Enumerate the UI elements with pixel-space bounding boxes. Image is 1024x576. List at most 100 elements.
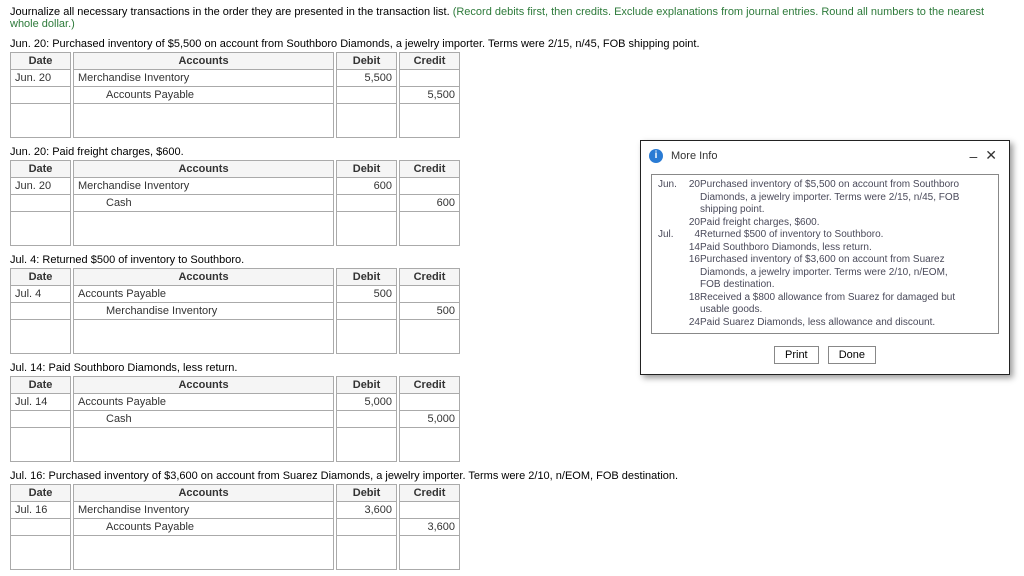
cell-debit[interactable] bbox=[337, 212, 397, 246]
table-row: Cash 5,000 bbox=[11, 411, 460, 428]
cell-account[interactable] bbox=[74, 104, 334, 138]
col-credit-header: Credit bbox=[400, 377, 460, 394]
cell-credit[interactable]: 5,500 bbox=[400, 87, 460, 104]
cell-credit[interactable] bbox=[400, 394, 460, 411]
col-date-header: Date bbox=[11, 53, 71, 70]
done-button[interactable]: Done bbox=[828, 346, 876, 364]
minimize-icon[interactable]: – bbox=[965, 148, 981, 164]
cell-date[interactable] bbox=[11, 195, 71, 212]
cell-account[interactable]: Accounts Payable bbox=[74, 286, 334, 303]
event-day: 20 bbox=[686, 217, 700, 230]
col-credit-header: Credit bbox=[400, 485, 460, 502]
dialog-title: More Info bbox=[671, 150, 965, 162]
cell-account[interactable]: Accounts Payable bbox=[74, 394, 334, 411]
cell-credit[interactable]: 600 bbox=[400, 195, 460, 212]
cell-debit[interactable] bbox=[337, 428, 397, 462]
cell-account[interactable] bbox=[74, 212, 334, 246]
cell-credit[interactable] bbox=[400, 104, 460, 138]
cell-debit[interactable]: 500 bbox=[337, 286, 397, 303]
cell-credit[interactable] bbox=[400, 320, 460, 354]
cell-date[interactable] bbox=[11, 536, 71, 570]
cell-debit[interactable] bbox=[337, 519, 397, 536]
cell-account[interactable]: Accounts Payable bbox=[74, 519, 334, 536]
cell-account[interactable]: Merchandise Inventory bbox=[74, 502, 334, 519]
cell-account[interactable]: Merchandise Inventory bbox=[74, 303, 334, 320]
col-accounts-header: Accounts bbox=[74, 269, 334, 286]
table-row: Cash 600 bbox=[11, 195, 460, 212]
event-text: Purchased inventory of $3,600 on account… bbox=[700, 254, 970, 292]
cell-debit[interactable]: 5,500 bbox=[337, 70, 397, 87]
col-debit-header: Debit bbox=[337, 269, 397, 286]
cell-credit[interactable] bbox=[400, 70, 460, 87]
col-date-header: Date bbox=[11, 377, 71, 394]
journal-table: DateAccountsDebitCreditJul. 16Merchandis… bbox=[10, 484, 460, 570]
cell-account[interactable]: Cash bbox=[74, 195, 334, 212]
cell-credit[interactable]: 3,600 bbox=[400, 519, 460, 536]
cell-debit[interactable] bbox=[337, 104, 397, 138]
cell-account[interactable] bbox=[74, 428, 334, 462]
cell-date[interactable]: Jul. 4 bbox=[11, 286, 71, 303]
more-info-dialog: i More Info – ✕ Jun.20Purchased inventor… bbox=[640, 140, 1010, 375]
cell-date[interactable] bbox=[11, 212, 71, 246]
col-accounts-header: Accounts bbox=[74, 53, 334, 70]
cell-account[interactable]: Merchandise Inventory bbox=[74, 70, 334, 87]
event-row: 18Received a $800 allowance from Suarez … bbox=[658, 292, 992, 317]
cell-debit[interactable] bbox=[337, 87, 397, 104]
cell-credit[interactable] bbox=[400, 536, 460, 570]
cell-date[interactable] bbox=[11, 428, 71, 462]
col-date-header: Date bbox=[11, 161, 71, 178]
cell-date[interactable]: Jun. 20 bbox=[11, 70, 71, 87]
col-credit-header: Credit bbox=[400, 161, 460, 178]
event-month: Jun. bbox=[658, 179, 686, 192]
table-row bbox=[11, 428, 460, 462]
table-row bbox=[11, 212, 460, 246]
cell-credit[interactable] bbox=[400, 428, 460, 462]
cell-account[interactable]: Accounts Payable bbox=[74, 87, 334, 104]
cell-account[interactable] bbox=[74, 320, 334, 354]
cell-credit[interactable] bbox=[400, 212, 460, 246]
cell-credit[interactable] bbox=[400, 178, 460, 195]
col-credit-header: Credit bbox=[400, 269, 460, 286]
cell-debit[interactable]: 5,000 bbox=[337, 394, 397, 411]
event-day: 16 bbox=[686, 254, 700, 267]
transaction-description: Jul. 16: Purchased inventory of $3,600 o… bbox=[10, 470, 1014, 482]
cell-account[interactable]: Merchandise Inventory bbox=[74, 178, 334, 195]
col-accounts-header: Accounts bbox=[74, 161, 334, 178]
cell-date[interactable] bbox=[11, 87, 71, 104]
cell-credit[interactable] bbox=[400, 502, 460, 519]
col-debit-header: Debit bbox=[337, 53, 397, 70]
cell-debit[interactable] bbox=[337, 320, 397, 354]
cell-debit[interactable]: 3,600 bbox=[337, 502, 397, 519]
cell-date[interactable] bbox=[11, 519, 71, 536]
col-debit-header: Debit bbox=[337, 161, 397, 178]
cell-credit[interactable] bbox=[400, 286, 460, 303]
cell-date[interactable]: Jul. 14 bbox=[11, 394, 71, 411]
close-icon[interactable]: ✕ bbox=[981, 147, 1001, 164]
cell-credit[interactable]: 500 bbox=[400, 303, 460, 320]
cell-debit[interactable] bbox=[337, 536, 397, 570]
cell-date[interactable]: Jul. 16 bbox=[11, 502, 71, 519]
event-text: Purchased inventory of $5,500 on account… bbox=[700, 179, 970, 217]
event-row: Jul.4Returned $500 of inventory to South… bbox=[658, 229, 992, 242]
event-day: 14 bbox=[686, 242, 700, 255]
cell-date[interactable] bbox=[11, 104, 71, 138]
table-row: Jul. 16Merchandise Inventory3,600 bbox=[11, 502, 460, 519]
table-row bbox=[11, 320, 460, 354]
print-button[interactable]: Print bbox=[774, 346, 819, 364]
cell-date[interactable] bbox=[11, 303, 71, 320]
event-text: Paid Southboro Diamonds, less return. bbox=[700, 242, 970, 255]
cell-date[interactable] bbox=[11, 320, 71, 354]
col-date-header: Date bbox=[11, 485, 71, 502]
cell-account[interactable]: Cash bbox=[74, 411, 334, 428]
cell-debit[interactable] bbox=[337, 303, 397, 320]
cell-debit[interactable]: 600 bbox=[337, 178, 397, 195]
journal-table: DateAccountsDebitCreditJun. 20Merchandis… bbox=[10, 52, 460, 138]
cell-account[interactable] bbox=[74, 536, 334, 570]
cell-debit[interactable] bbox=[337, 411, 397, 428]
instructions-main: Journalize all necessary transactions in… bbox=[10, 6, 453, 18]
event-text: Received a $800 allowance from Suarez fo… bbox=[700, 292, 970, 317]
cell-debit[interactable] bbox=[337, 195, 397, 212]
cell-date[interactable] bbox=[11, 411, 71, 428]
cell-date[interactable]: Jun. 20 bbox=[11, 178, 71, 195]
cell-credit[interactable]: 5,000 bbox=[400, 411, 460, 428]
